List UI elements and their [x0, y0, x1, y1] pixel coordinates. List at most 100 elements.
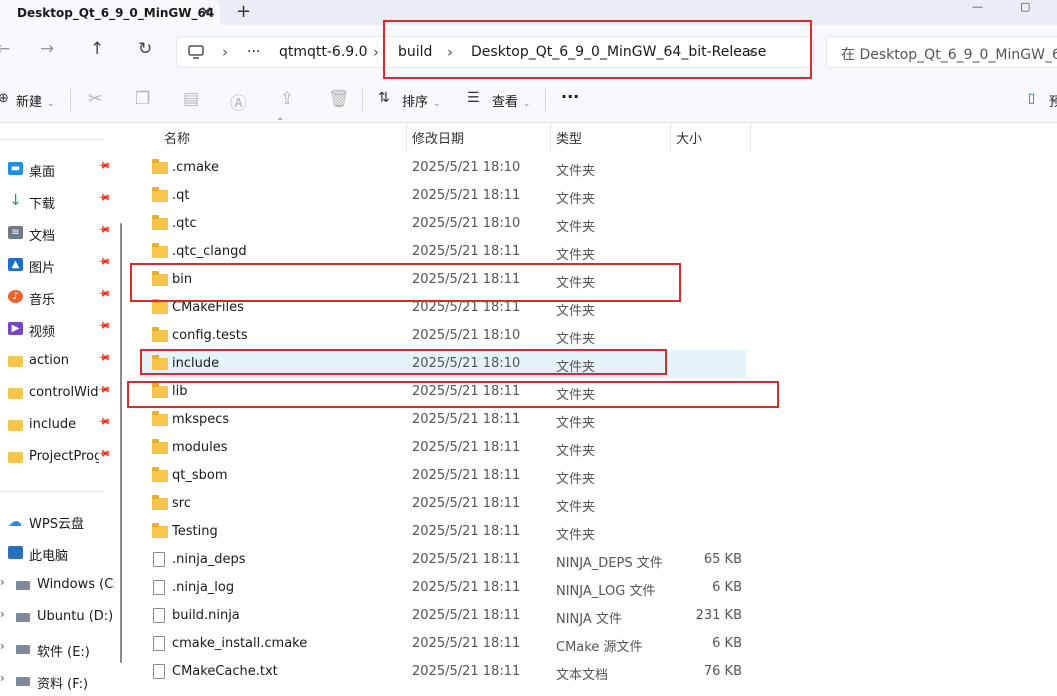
file-date: 2025/5/21 18:10	[412, 356, 521, 371]
column-divider[interactable]	[670, 123, 671, 151]
file-date: 2025/5/21 18:11	[412, 552, 521, 567]
sidebar-item-controlwidget[interactable]: controlWidget📌	[0, 380, 118, 408]
preview-button[interactable]: 预览	[1049, 91, 1057, 110]
file-type: 文件夹	[556, 276, 596, 291]
address-segment-qtmqtt[interactable]: qtmqtt-6.9.0	[279, 44, 368, 60]
sidebar-item-drive[interactable]: › Ubuntu (D:)	[0, 604, 118, 632]
sidebar-item-projectprogram[interactable]: ProjectProgram📌	[0, 444, 118, 472]
table-row[interactable]: .qtc 2025/5/21 18:10 文件夹	[140, 210, 746, 238]
sidebar-item-drive[interactable]: › 资料 (F:)	[0, 668, 118, 696]
sidebar-item-this-pc[interactable]: 此电脑	[0, 540, 118, 568]
minimize-icon[interactable]: —	[972, 0, 983, 13]
drive-icon	[16, 677, 30, 686]
table-row[interactable]: CMakeCache.txt 2025/5/21 18:11 文本文档 76 KB	[140, 658, 746, 686]
sidebar-item-视频[interactable]: ▶ 视频 📌	[0, 316, 118, 344]
file-date: 2025/5/21 18:11	[412, 608, 521, 623]
address-bar[interactable]: › ··· qtmqtt-6.9.0 › build › Desktop_Qt_…	[176, 36, 814, 68]
expand-chevron-icon[interactable]: ›	[0, 671, 5, 685]
address-separator[interactable]: ›	[373, 43, 379, 61]
new-button[interactable]: 新建 ⌄	[16, 91, 55, 110]
table-row[interactable]: .ninja_deps 2025/5/21 18:11 NINJA_DEPS 文件 6…	[140, 546, 746, 574]
table-row[interactable]: bin 2025/5/21 18:11 文件夹	[140, 266, 746, 294]
cloud-icon: ☁	[8, 514, 22, 530]
table-row[interactable]: build.ninja 2025/5/21 18:11 NINJA 文件 231 KB	[140, 602, 746, 630]
table-row[interactable]: mkspecs 2025/5/21 18:11 文件夹	[140, 406, 746, 434]
sidebar-item-drive[interactable]: › Windows (C:)	[0, 572, 118, 600]
file-date: 2025/5/21 18:11	[412, 440, 521, 455]
table-row[interactable]: config.tests 2025/5/21 18:10 文件夹	[140, 322, 746, 350]
address-segment-release[interactable]: Desktop_Qt_6_9_0_MinGW_64_bit-Release	[471, 44, 766, 60]
pictures-icon: ▲	[8, 258, 23, 271]
add-tab-icon[interactable]: +	[236, 1, 251, 22]
table-row[interactable]: cmake_install.cmake 2025/5/21 18:11 CMake …	[140, 630, 746, 658]
maximize-icon[interactable]: ▢	[1020, 0, 1030, 13]
table-row[interactable]: Testing 2025/5/21 18:11 文件夹	[140, 518, 746, 546]
table-row[interactable]: modules 2025/5/21 18:11 文件夹	[140, 434, 746, 462]
sidebar-item-include[interactable]: include 📌	[0, 412, 118, 440]
refresh-icon[interactable]: ↻	[138, 39, 152, 59]
sort-button-label: 排序	[402, 95, 429, 110]
column-header-date[interactable]: 修改日期	[412, 123, 464, 151]
more-options-icon[interactable]: ···	[561, 87, 579, 106]
expand-chevron-icon[interactable]: ›	[0, 575, 5, 589]
sidebar-item-wps-cloud[interactable]: ☁ WPS云盘	[0, 508, 118, 536]
share-icon[interactable]: ⇪	[280, 89, 294, 109]
column-header-size[interactable]: 大小	[676, 123, 702, 151]
file-name: lib	[172, 384, 188, 399]
file-type: 文件夹	[556, 360, 596, 375]
rename-icon[interactable]: Ⓐ	[230, 89, 247, 114]
address-ellipsis[interactable]: ···	[247, 44, 260, 60]
cut-icon[interactable]: ✂	[88, 89, 102, 109]
address-segment-build[interactable]: build	[398, 44, 432, 60]
up-icon[interactable]: ↑	[90, 39, 104, 59]
sidebar-item-action[interactable]: action 📌	[0, 348, 118, 376]
table-row[interactable]: CMakeFiles 2025/5/21 18:11 文件夹	[140, 294, 746, 322]
folder-icon	[152, 495, 168, 510]
sidebar-item-drive[interactable]: › 软件 (E:)	[0, 636, 118, 664]
copy-icon[interactable]: ❐	[135, 89, 150, 109]
forward-icon[interactable]: →	[40, 39, 54, 59]
table-row[interactable]: include 2025/5/21 18:10 文件夹	[140, 350, 746, 378]
sidebar-item-label: 下载	[29, 197, 56, 212]
column-header-type[interactable]: 类型	[556, 123, 582, 151]
folder-icon	[152, 243, 168, 258]
table-row[interactable]: .ninja_log 2025/5/21 18:11 NINJA_LOG 文件 6 K…	[140, 574, 746, 602]
table-row[interactable]: .cmake 2025/5/21 18:10 文件夹	[140, 154, 746, 182]
tab-current-folder[interactable]: Desktop_Qt_6_9_0_MinGW_64 ✕	[0, 0, 220, 25]
table-row[interactable]: src 2025/5/21 18:11 文件夹	[140, 490, 746, 518]
folder-icon	[152, 159, 168, 174]
file-icon	[153, 636, 165, 651]
preview-pane-icon[interactable]: ▯	[1028, 91, 1035, 106]
close-icon[interactable]: ✕	[200, 3, 213, 21]
sort-button[interactable]: 排序 ⌄	[402, 91, 441, 110]
column-header-name[interactable]: 名称	[164, 123, 190, 151]
expand-chevron-icon[interactable]: ›	[0, 639, 5, 653]
column-divider[interactable]	[406, 123, 407, 151]
search-input[interactable]: 在 Desktop_Qt_6_9_0_MinGW_64_bit-Release …	[826, 36, 1057, 68]
table-row[interactable]: qt_sbom 2025/5/21 18:11 文件夹	[140, 462, 746, 490]
file-date: 2025/5/21 18:11	[412, 412, 521, 427]
tab-bar: Desktop_Qt_6_9_0_MinGW_64 ✕ + — ▢	[0, 0, 1057, 25]
sidebar-scrollbar[interactable]	[120, 223, 122, 663]
paste-icon[interactable]: ▤	[183, 89, 199, 109]
address-separator[interactable]: ›	[748, 43, 754, 61]
column-divider[interactable]	[550, 123, 551, 151]
sidebar-item-下载[interactable]: ↓ 下载 📌	[0, 188, 118, 216]
view-button[interactable]: 查看 ⌄	[492, 91, 531, 110]
table-row[interactable]: lib 2025/5/21 18:11 文件夹	[140, 378, 746, 406]
address-separator[interactable]: ›	[447, 43, 453, 61]
table-row[interactable]: .qt 2025/5/21 18:11 文件夹	[140, 182, 746, 210]
computer-icon	[188, 45, 204, 59]
back-icon[interactable]: ←	[0, 39, 10, 59]
file-type: 文件夹	[556, 388, 596, 403]
sort-icon: ⇅	[378, 90, 390, 106]
column-divider[interactable]	[750, 123, 751, 151]
delete-icon[interactable]: 🗑	[328, 89, 350, 109]
expand-chevron-icon[interactable]: ›	[0, 607, 5, 621]
table-row[interactable]: .qtc_clangd 2025/5/21 18:11 文件夹	[140, 238, 746, 266]
sidebar-item-图片[interactable]: ▲ 图片 📌	[0, 252, 118, 280]
sidebar-item-文档[interactable]: ≡ 文档 📌	[0, 220, 118, 248]
sidebar-item-桌面[interactable]: ▬ 桌面 📌	[0, 156, 118, 184]
sidebar-item-音乐[interactable]: ♪ 音乐 📌	[0, 284, 118, 312]
navigation-bar: ← → ↑ ↻ › ··· qtmqtt-6.9.0 › build › Des…	[0, 25, 1057, 77]
